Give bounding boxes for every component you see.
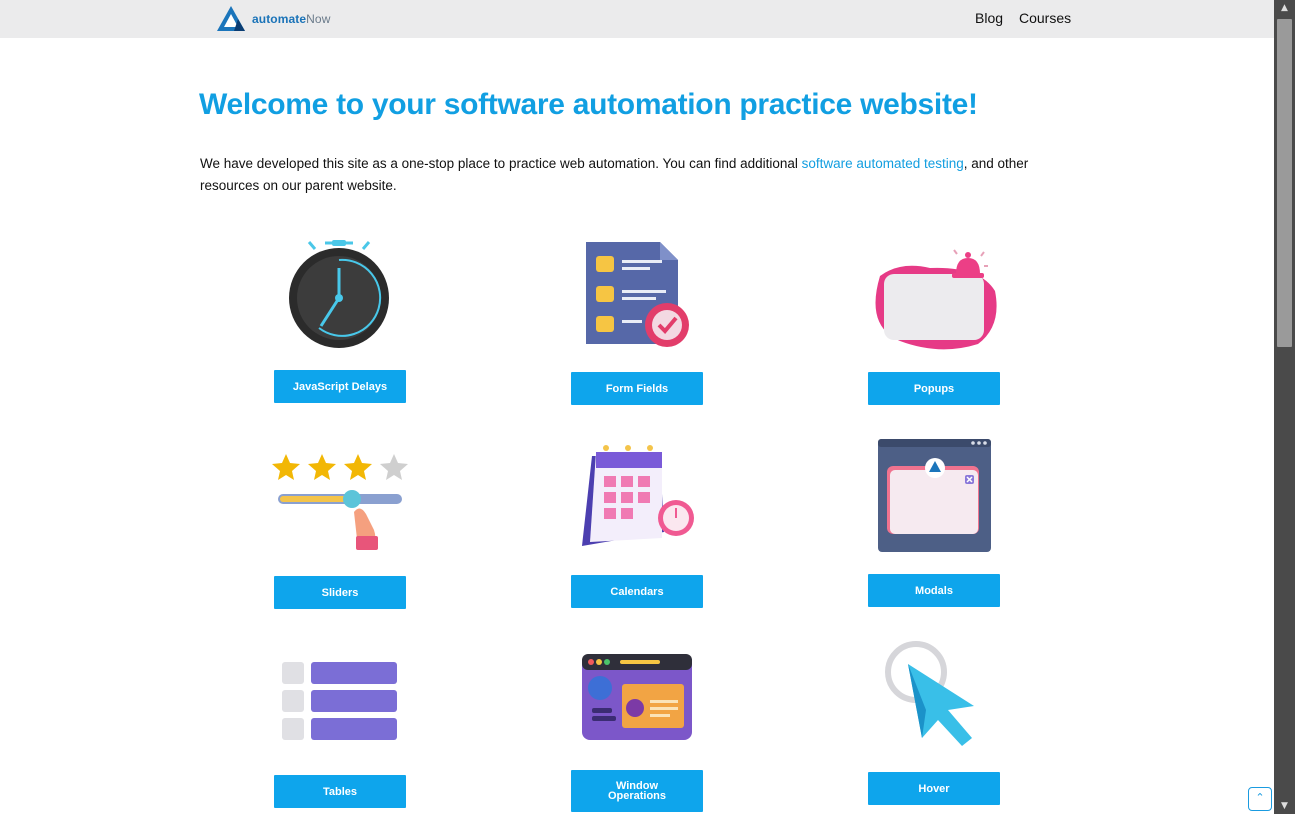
top-navbar: automateNow Blog Courses <box>0 0 1274 38</box>
logo-text-bold: automate <box>252 12 307 26</box>
logo-text-light: Now <box>306 12 331 26</box>
automate-now-logo-icon <box>217 6 245 31</box>
table-rows-icon <box>282 662 397 740</box>
modal-window-icon <box>878 439 991 552</box>
tables-button[interactable]: Tables <box>274 775 406 808</box>
scroll-down-arrow-icon[interactable]: ▼ <box>1274 798 1295 814</box>
scroll-thumb[interactable] <box>1277 19 1292 347</box>
scroll-up-arrow-icon[interactable]: ▲ <box>1274 0 1295 16</box>
site-logo[interactable]: automateNow <box>216 5 330 33</box>
browser-window-icon <box>582 654 692 740</box>
page-title: Welcome to your software automation prac… <box>199 88 978 121</box>
calendar-icon <box>582 445 694 546</box>
popup-bell-icon <box>875 249 997 350</box>
vertical-scrollbar[interactable]: ▲ ▼ <box>1274 0 1295 814</box>
window-operations-button[interactable]: Window Operations <box>571 770 703 812</box>
modals-button[interactable]: Modals <box>868 574 1000 607</box>
star-slider-icon <box>272 454 408 550</box>
back-to-top-button[interactable]: ⌃ <box>1248 787 1272 811</box>
sliders-button[interactable]: Sliders <box>274 576 406 609</box>
form-fields-button[interactable]: Form Fields <box>571 372 703 405</box>
chevron-up-icon: ⌃ <box>1255 791 1265 804</box>
calendars-button[interactable]: Calendars <box>571 575 703 608</box>
popups-button[interactable]: Popups <box>868 372 1000 405</box>
intro-text-start: We have developed this site as a one-sto… <box>200 156 802 171</box>
cursor-pointer-icon <box>885 641 974 746</box>
javascript-delays-button[interactable]: JavaScript Delays <box>274 370 406 403</box>
intro-paragraph: We have developed this site as a one-sto… <box>200 153 1060 197</box>
logo-text: automateNow <box>252 12 330 26</box>
nav-courses-link[interactable]: Courses <box>1019 10 1071 26</box>
software-automated-testing-link[interactable]: software automated testing <box>802 156 964 171</box>
hover-button[interactable]: Hover <box>868 772 1000 805</box>
form-checklist-icon <box>586 242 689 347</box>
stopwatch-icon <box>289 240 389 348</box>
nav-blog-link[interactable]: Blog <box>975 10 1003 26</box>
